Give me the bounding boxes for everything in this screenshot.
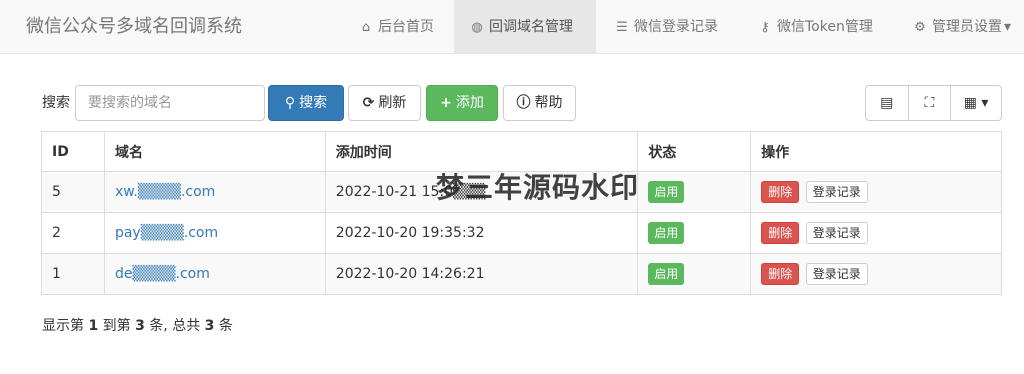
add-button[interactable]: + 添加 xyxy=(426,85,498,121)
cell-status: 启用 xyxy=(637,212,752,254)
cell-id: 5 xyxy=(41,171,105,213)
search-button-label: 搜索 xyxy=(299,95,328,111)
pagination-from: 1 xyxy=(88,318,99,334)
column-header-actions[interactable]: 操作 xyxy=(750,131,1002,172)
cell-time: 2022-10-21 15:0▒▒▒ xyxy=(324,171,639,213)
nav-item-label: 后台首页 xyxy=(378,19,434,35)
nav-item-admin-settings[interactable]: ⚙ 管理员设置 ▾ xyxy=(897,0,1015,54)
key-icon: ⚷ xyxy=(760,20,770,35)
domain-link[interactable]: xw.▒▒▒▒.com xyxy=(115,184,215,200)
cell-time: 2022-10-20 19:35:32 xyxy=(324,212,639,254)
cell-status: 启用 xyxy=(637,253,752,295)
nav-item-token-manage[interactable]: ⚷ 微信Token管理 xyxy=(742,0,888,54)
delete-button[interactable]: 删除 xyxy=(761,181,800,203)
gear-icon: ⚙ xyxy=(914,20,926,35)
table-row: 2 pay▒▒▒▒.com 2022-10-20 19:35:32 启用 删除 … xyxy=(41,212,1002,254)
search-input[interactable]: 要搜索的域名 xyxy=(75,85,265,121)
login-records-button[interactable]: 登录记录 xyxy=(805,181,868,203)
domain-link[interactable]: pay▒▒▒▒.com xyxy=(115,225,218,241)
column-header-id[interactable]: ID xyxy=(41,131,105,172)
status-badge: 启用 xyxy=(648,181,685,203)
pagination-prefix: 显示第 xyxy=(42,318,84,334)
caret-down-icon: ▾ xyxy=(1004,19,1012,35)
add-button-label: 添加 xyxy=(455,95,484,111)
search-icon: ⚲ xyxy=(284,95,296,111)
table-header-row: ID 域名 添加时间 状态 操作 xyxy=(41,131,1002,172)
cell-id: 2 xyxy=(41,212,105,254)
delete-button[interactable]: 删除 xyxy=(761,222,800,244)
cell-domain: pay▒▒▒▒.com xyxy=(103,212,326,254)
cell-actions: 删除 登录记录 xyxy=(750,212,1002,254)
nav-item-login-records[interactable]: ☰ 微信登录记录 xyxy=(599,0,733,54)
pagination-mid: 到第 xyxy=(102,318,131,334)
domain-link[interactable]: de▒▒▒▒.com xyxy=(115,266,210,282)
pagination-info: 显示第 1 到第 3 条, 总共 3 条 xyxy=(42,315,233,335)
domain-table: ID 域名 添加时间 状态 操作 5 xw.▒▒▒▒.com 2022-10-2… xyxy=(41,131,1002,295)
status-badge: 启用 xyxy=(648,263,685,285)
cell-actions: 删除 登录记录 xyxy=(750,171,1002,213)
nav-item-label: 微信Token管理 xyxy=(777,19,873,35)
refresh-button-label: 刷新 xyxy=(378,95,407,111)
delete-button[interactable]: 删除 xyxy=(761,263,800,285)
column-header-status[interactable]: 状态 xyxy=(637,131,752,172)
cell-actions: 删除 登录记录 xyxy=(750,253,1002,295)
globe-icon: ◍ xyxy=(471,20,483,35)
search-label: 搜索 xyxy=(42,95,70,111)
login-records-button[interactable]: 登录记录 xyxy=(805,263,868,285)
cell-domain: de▒▒▒▒.com xyxy=(103,253,326,295)
table-row: 1 de▒▒▒▒.com 2022-10-20 14:26:21 启用 删除 登… xyxy=(41,253,1002,295)
info-icon: ⓘ xyxy=(516,95,531,111)
list-view-icon: ▤ xyxy=(880,95,894,111)
nav-item-label: 微信登录记录 xyxy=(634,19,718,35)
fullscreen-icon: ⛶ xyxy=(924,95,935,111)
cell-domain: xw.▒▒▒▒.com xyxy=(103,171,326,213)
refresh-icon: ⟳ xyxy=(362,95,375,111)
nav-item-home[interactable]: ⌂ 后台首页 xyxy=(343,0,449,54)
search-button[interactable]: ⚲ 搜索 xyxy=(268,85,344,121)
nav-item-label: 回调域名管理 xyxy=(489,19,573,35)
toggle-view-button[interactable]: ▤ xyxy=(866,86,909,120)
cell-id: 1 xyxy=(41,253,105,295)
help-button[interactable]: ⓘ 帮助 xyxy=(503,85,576,121)
pagination-mid2: 条, 总共 xyxy=(149,318,201,334)
column-header-time[interactable]: 添加时间 xyxy=(324,131,639,172)
top-navbar: 微信公众号多域名回调系统 ⌂ 后台首页 ◍ 回调域名管理 ☰ 微信登录记录 ⚷ 微信To… xyxy=(0,0,1024,54)
pagination-to: 3 xyxy=(135,318,145,334)
table-tools-group: ▤ ⛶ ▦ ▾ xyxy=(865,85,1002,121)
nav-item-callback-domains[interactable]: ◍ 回调域名管理 xyxy=(454,0,596,54)
cell-status: 启用 xyxy=(637,171,752,213)
help-button-label: 帮助 xyxy=(534,95,563,111)
table-row: 5 xw.▒▒▒▒.com 2022-10-21 15:0▒▒▒ 启用 删除 登… xyxy=(41,171,1002,213)
list-icon: ☰ xyxy=(616,20,628,35)
refresh-button[interactable]: ⟳ 刷新 xyxy=(348,85,421,121)
status-badge: 启用 xyxy=(648,222,685,244)
home-icon: ⌂ xyxy=(361,20,371,35)
plus-icon: + xyxy=(440,95,452,111)
column-header-domain[interactable]: 域名 xyxy=(103,131,326,172)
pagination-total: 3 xyxy=(204,318,215,334)
fullscreen-button[interactable]: ⛶ xyxy=(909,86,952,120)
pagination-suffix: 条 xyxy=(218,318,233,334)
cell-time: 2022-10-20 14:26:21 xyxy=(324,253,639,295)
brand-title[interactable]: 微信公众号多域名回调系统 xyxy=(26,0,242,54)
columns-icon: ▦ ▾ xyxy=(963,95,989,111)
columns-button[interactable]: ▦ ▾ xyxy=(951,86,1001,120)
nav-item-label: 管理员设置 xyxy=(932,19,1002,35)
login-records-button[interactable]: 登录记录 xyxy=(805,222,868,244)
